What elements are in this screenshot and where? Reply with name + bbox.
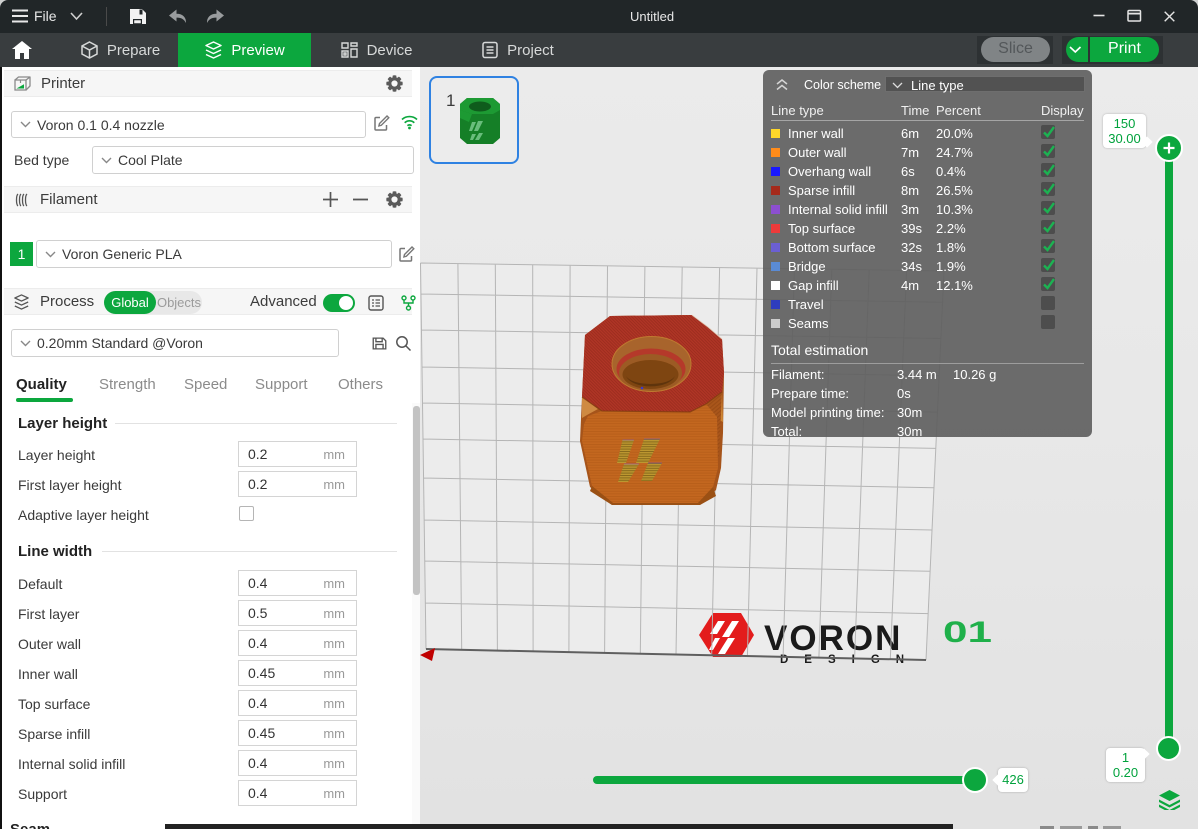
svg-text:VORON: VORON — [764, 619, 902, 658]
svg-text:01: 01 — [943, 616, 992, 649]
